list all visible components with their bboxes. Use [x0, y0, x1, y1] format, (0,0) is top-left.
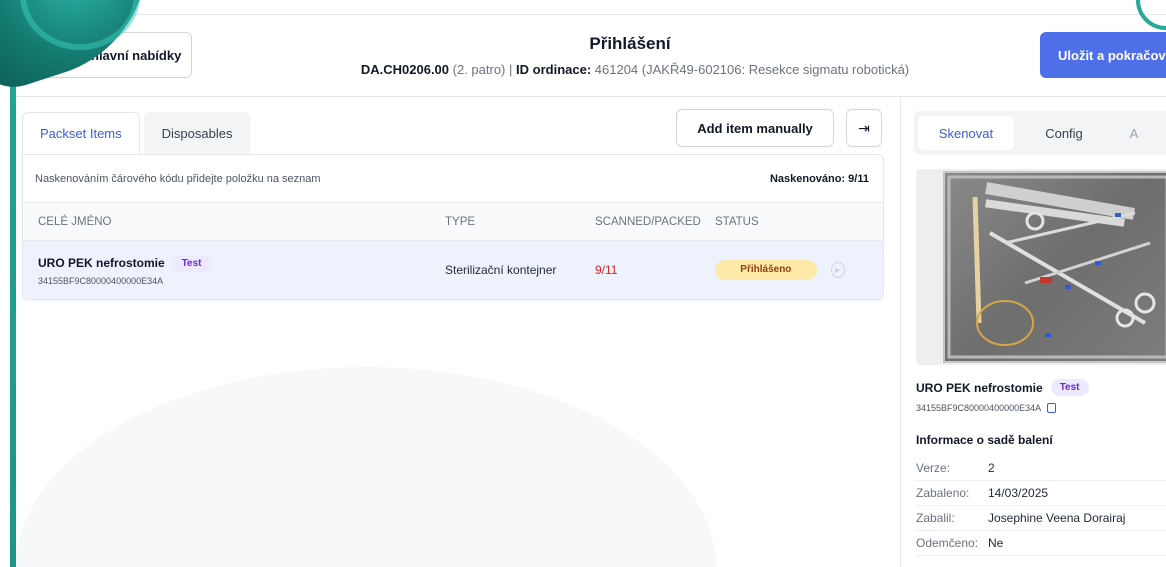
right-item-name-line: URO PEK nefrostomie Test: [916, 379, 1089, 396]
scanned-count: Naskenováno: 9/11: [769, 172, 869, 185]
pack-info-table: Verze: 2 Zabaleno: 14/03/2025 Zabalil: J…: [916, 456, 1166, 556]
row-name-cell: URO PEK nefrostomie Test 34155BF9C800004…: [23, 254, 445, 286]
page-title: Přihlášení: [589, 34, 671, 53]
collapse-right-icon: ⇥: [858, 119, 870, 136]
right-item-name: URO PEK nefrostomie: [916, 380, 1043, 395]
meta-key: Zabalil:: [916, 511, 955, 525]
instrument-tray-illustration: [947, 175, 1166, 359]
test-badge: Test: [172, 254, 211, 272]
packset-tabs: Packset Items Disposables: [22, 112, 251, 154]
item-code: 34155BF9C80000400000E34A: [38, 275, 164, 286]
panel-divider: [900, 96, 901, 567]
table-header: CELÉ JMÉNO TYPE SCANNED/PACKED STATUS: [23, 203, 883, 241]
right-item-code: 34155BF9C80000400000E34A: [916, 403, 1042, 413]
column-header-status[interactable]: STATUS: [715, 216, 845, 228]
page-subtitle: DA.CH0206.00 (2. patro) | ID ordinace: 4…: [310, 62, 960, 77]
meta-key: Verze:: [916, 461, 951, 475]
tab-more[interactable]: A: [1114, 116, 1154, 150]
ordinace-value: 461204 (JAKŘ49-602106: Resekce sigmatu r…: [594, 62, 910, 77]
pack-info-title: Informace o sadě balení: [916, 433, 1053, 447]
side-rail-decoration: [10, 50, 16, 567]
item-name: URO PEK nefrostomie: [38, 256, 165, 270]
meta-row-version: Verze: 2: [916, 456, 1166, 481]
status-badge: Přihlášeno: [715, 260, 817, 280]
copy-icon[interactable]: [1047, 403, 1057, 413]
tab-skenovat[interactable]: Skenovat: [918, 116, 1014, 150]
meta-value: Ne: [988, 536, 1004, 550]
meta-row-packed-date: Zabaleno: 14/03/2025: [916, 481, 1166, 506]
top-divider: [0, 14, 1166, 15]
location-floor: (2. patro): [452, 62, 506, 77]
row-status-cell: Přihlášeno ▶: [715, 260, 845, 280]
table-row[interactable]: URO PEK nefrostomie Test 34155BF9C800004…: [23, 241, 883, 299]
right-item-code-line: 34155BF9C80000400000E34A: [916, 403, 1057, 413]
column-header-name[interactable]: CELÉ JMÉNO: [23, 216, 445, 228]
column-header-type[interactable]: TYPE: [445, 216, 595, 228]
collapse-panel-button[interactable]: ⇥: [846, 109, 882, 147]
item-type: Sterilizační kontejner: [445, 263, 557, 277]
save-button-label: Uložit a pokračovat: [1058, 47, 1166, 63]
subtitle-separator: |: [509, 62, 513, 77]
tab-disposables[interactable]: Disposables: [143, 112, 251, 154]
meta-row-unlocked: Odemčeno: Ne: [916, 531, 1166, 556]
play-icon[interactable]: ▶: [830, 262, 845, 278]
header-divider: [16, 96, 1166, 97]
meta-value: 14/03/2025: [988, 486, 1049, 500]
location-code: DA.CH0206.00: [360, 62, 450, 77]
column-header-scanned[interactable]: SCANNED/PACKED: [595, 216, 715, 228]
ordinace-label: ID ordinace:: [516, 62, 592, 77]
scan-info-bar: Naskenováním čárového kódu přidejte polo…: [23, 155, 883, 203]
meta-key: Zabaleno:: [916, 486, 970, 500]
tab-config[interactable]: Config: [1014, 116, 1114, 150]
meta-key: Odemčeno:: [916, 536, 979, 550]
save-and-continue-button[interactable]: Uložit a pokračovat: [1040, 32, 1166, 78]
right-tabs: Skenovat Config A: [914, 111, 1166, 155]
item-scanned: 9/11: [595, 263, 618, 277]
tab-packset-items[interactable]: Packset Items: [22, 112, 140, 154]
meta-value: 2: [988, 461, 995, 475]
right-test-badge: Test: [1050, 379, 1089, 396]
items-table: Naskenováním čárového kódu přidejte polo…: [22, 154, 884, 300]
meta-value: Josephine Veena Dorairaj: [988, 511, 1126, 525]
packset-photo-frame: [916, 169, 1166, 365]
add-item-manually-button[interactable]: Add item manually: [676, 109, 834, 147]
item-name-line: URO PEK nefrostomie Test: [38, 254, 445, 272]
scan-instruction: Naskenováním čárového kódu přidejte polo…: [35, 172, 321, 185]
meta-row-packed-by: Zabalil: Josephine Veena Dorairaj: [916, 506, 1166, 531]
instrument-tray-photo: [943, 171, 1166, 363]
